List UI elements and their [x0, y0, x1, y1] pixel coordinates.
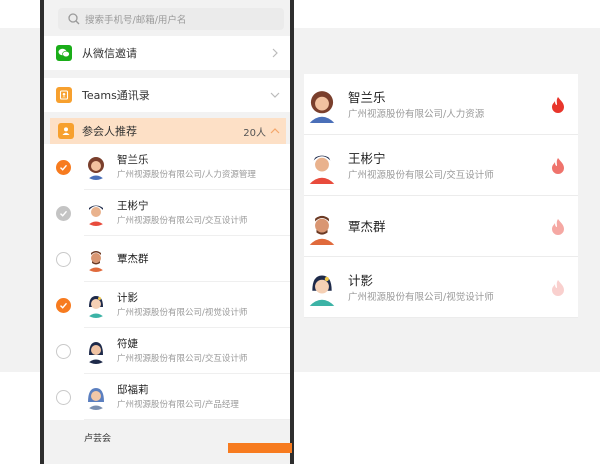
person-name: 智兰乐	[117, 153, 149, 166]
flame-icon	[552, 218, 564, 235]
teams-contacts-row[interactable]: Teams通讯录	[44, 78, 290, 112]
avatar	[83, 246, 109, 272]
phone-frame: 搜索手机号/邮箱/用户名 从微信邀请 Teams通讯录 参会人推荐 20人 智兰…	[40, 0, 294, 464]
person-org: 广州视源股份有限公司/交互设计师	[348, 169, 494, 181]
person-org: 广州视源股份有限公司/视觉设计师	[348, 291, 494, 303]
person-org: 广州视源股份有限公司/视觉设计师	[117, 307, 248, 318]
person-name: 计影	[348, 272, 374, 288]
attendee-list: 智兰乐 广州视源股份有限公司/人力资源管理 王彬宁 广州视源股份有限公司/交互设…	[44, 144, 290, 420]
checkbox-unchecked[interactable]	[56, 389, 71, 405]
confirm-button[interactable]	[228, 443, 292, 453]
checkbox-disabled	[56, 205, 71, 221]
person-name: 覃杰群	[348, 219, 386, 234]
recommend-header[interactable]: 参会人推荐 20人	[50, 118, 286, 144]
person-org: 广州视源股份有限公司/产品经理	[117, 399, 239, 410]
chevron-right-icon	[272, 48, 278, 58]
avatar	[304, 208, 340, 245]
list-item[interactable]: 王彬宁 广州视源股份有限公司/交互设计师	[44, 190, 290, 236]
contacts-book-icon	[56, 87, 72, 103]
checkbox-checked[interactable]	[56, 159, 71, 175]
search-input[interactable]: 搜索手机号/邮箱/用户名	[58, 8, 284, 30]
person-org: 广州视源股份有限公司/人力资源	[348, 108, 485, 120]
next-person-name-partial: 卢芸会	[84, 434, 112, 444]
invite-wechat-label: 从微信邀请	[82, 47, 137, 60]
wechat-icon	[56, 45, 72, 61]
search-placeholder: 搜索手机号/邮箱/用户名	[85, 15, 187, 26]
list-item[interactable]: 覃杰群	[44, 236, 290, 282]
teams-contacts-label: Teams通讯录	[82, 89, 150, 102]
avatar	[304, 147, 340, 184]
recommend-label: 参会人推荐	[82, 125, 137, 138]
person-name: 王彬宁	[117, 199, 149, 212]
avatar	[304, 269, 340, 306]
flame-icon	[552, 157, 564, 174]
avatar	[83, 338, 109, 364]
user-icon	[58, 123, 74, 139]
checkbox-checked[interactable]	[56, 297, 71, 313]
recommend-panel: 智兰乐 广州视源股份有限公司/人力资源 王彬宁 广州视源股份有限公司/交互设计师	[304, 74, 578, 318]
avatar	[83, 384, 109, 410]
avatar	[83, 200, 109, 226]
flame-icon	[552, 279, 564, 296]
checkbox-unchecked[interactable]	[56, 343, 71, 359]
person-name: 智兰乐	[348, 89, 386, 105]
recommend-card[interactable]: 智兰乐 广州视源股份有限公司/人力资源	[304, 74, 578, 135]
list-item[interactable]: 智兰乐 广州视源股份有限公司/人力资源管理	[44, 144, 290, 190]
search-icon	[68, 13, 80, 25]
person-org: 广州视源股份有限公司/交互设计师	[117, 353, 248, 364]
person-name: 覃杰群	[117, 253, 149, 265]
invite-wechat-row[interactable]: 从微信邀请	[44, 36, 290, 70]
recommend-count: 20人	[243, 127, 266, 139]
chevron-up-icon	[270, 128, 280, 134]
person-name: 邸福莉	[117, 383, 149, 396]
list-item[interactable]: 计影 广州视源股份有限公司/视觉设计师	[44, 282, 290, 328]
person-name: 王彬宁	[348, 150, 386, 166]
person-org: 广州视源股份有限公司/交互设计师	[117, 215, 248, 226]
person-name: 计影	[117, 291, 138, 304]
person-org: 广州视源股份有限公司/人力资源管理	[117, 169, 256, 180]
list-item[interactable]: 邸福莉 广州视源股份有限公司/产品经理	[44, 374, 290, 420]
list-item[interactable]: 符婕 广州视源股份有限公司/交互设计师	[44, 328, 290, 374]
avatar	[83, 292, 109, 318]
recommend-card[interactable]: 计影 广州视源股份有限公司/视觉设计师	[304, 257, 578, 318]
recommend-card[interactable]: 王彬宁 广州视源股份有限公司/交互设计师	[304, 135, 578, 196]
chevron-down-icon	[270, 92, 280, 98]
checkbox-unchecked[interactable]	[56, 251, 71, 267]
recommend-card[interactable]: 覃杰群	[304, 196, 578, 257]
person-name: 符婕	[117, 337, 138, 350]
avatar	[304, 86, 340, 123]
flame-icon	[552, 96, 564, 113]
avatar	[83, 154, 109, 180]
